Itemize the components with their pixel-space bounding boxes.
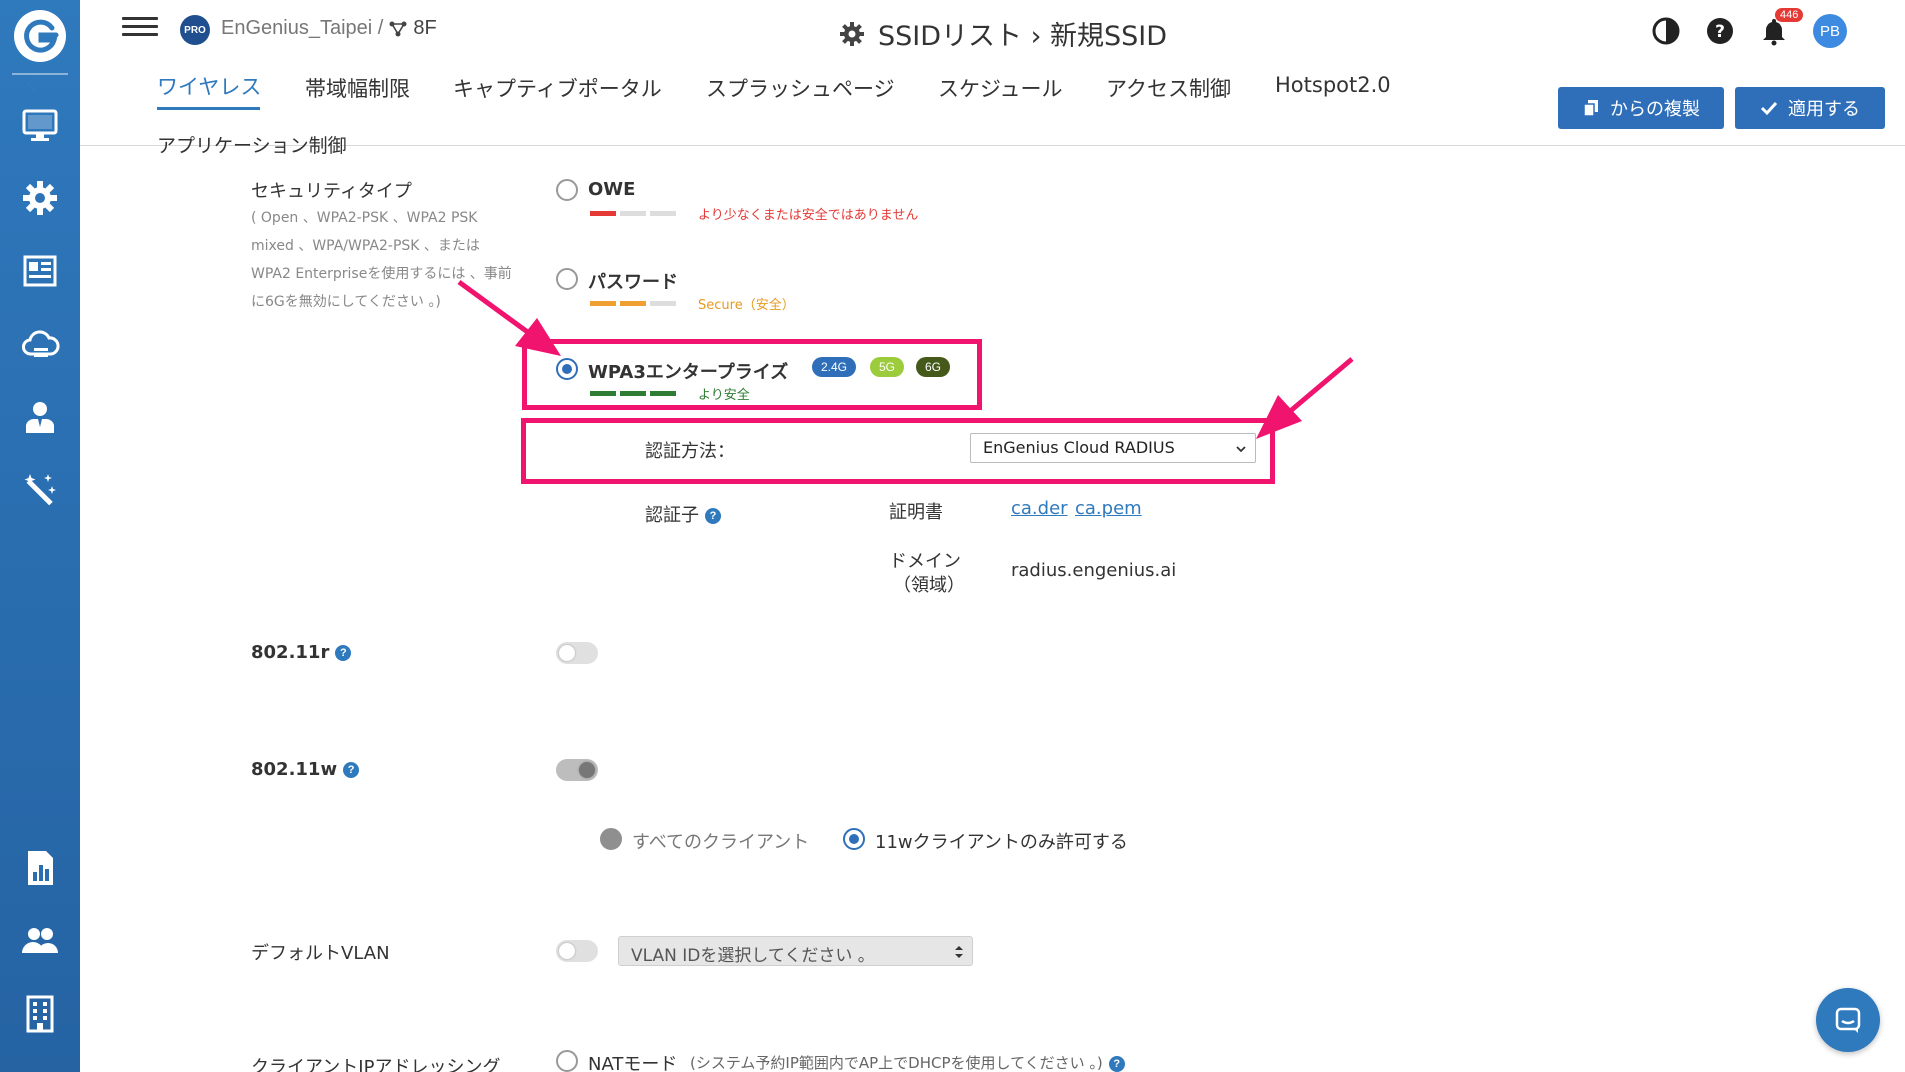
authenticator-label-text: 認証子: [645, 505, 699, 526]
copy-icon: [1583, 100, 1598, 117]
domain-label-suffix: （領域）: [893, 575, 965, 596]
magic-wand-icon[interactable]: [16, 466, 64, 514]
cert-link-pem[interactable]: ca.pem: [1075, 498, 1142, 519]
radio-nat-mode[interactable]: [556, 1050, 578, 1072]
back-chevron-icon[interactable]: [22, 72, 42, 96]
highlight-box-auth-method: [521, 418, 1275, 484]
strength-meter-weak: [590, 211, 676, 216]
security-type-label: セキュリティタイプ: [251, 181, 412, 202]
contrast-icon[interactable]: [1651, 16, 1681, 46]
cert-link-der[interactable]: ca.der: [1011, 498, 1068, 519]
help-icon[interactable]: ?: [343, 762, 360, 778]
help-icon[interactable]: ?: [1705, 16, 1735, 46]
tab-access-control[interactable]: アクセス制御: [1106, 73, 1231, 103]
apply-button[interactable]: 適用する: [1735, 87, 1885, 129]
page-title: SSIDリスト › 新規SSID: [838, 14, 1167, 53]
nat-mode-label: NATモード: [588, 1054, 678, 1072]
copy-from-label: からの複製: [1610, 99, 1700, 120]
radio-owe[interactable]: [556, 179, 578, 201]
highlight-box-wpa3: [522, 339, 982, 410]
tab-schedule[interactable]: スケジュール: [938, 73, 1063, 103]
strength-meter-medium: [590, 301, 676, 306]
network-icon: [389, 21, 407, 36]
team-icon[interactable]: [16, 917, 64, 965]
engenius-logo[interactable]: [12, 8, 68, 64]
chat-icon: [1835, 1007, 1861, 1033]
cloud-icon[interactable]: [16, 320, 64, 368]
copy-from-button[interactable]: からの複製: [1558, 87, 1724, 129]
tab-splash-page[interactable]: スプラッシュページ: [706, 73, 895, 103]
tab-hotspot[interactable]: Hotspot2.0: [1275, 73, 1391, 97]
certificate-label: 証明書: [889, 502, 943, 523]
dot11w-toggle[interactable]: [556, 759, 598, 781]
breadcrumb: EnGenius_Taipei / 8F: [221, 17, 437, 40]
page-title-text: SSIDリスト › 新規SSID: [878, 21, 1168, 52]
strength-text-medium: Secure（安全）: [698, 298, 795, 313]
avatar[interactable]: PB: [1813, 14, 1847, 48]
dot11r-toggle[interactable]: [556, 642, 598, 664]
tab-captive-portal[interactable]: キャプティブポータル: [453, 73, 662, 103]
tab-bandwidth[interactable]: 帯域幅制限: [305, 73, 410, 103]
default-vlan-label: デフォルトVLAN: [251, 943, 390, 964]
dot11w-label: 802.11w?: [251, 759, 360, 780]
option-password-label: パスワード: [588, 272, 678, 293]
breadcrumb-org[interactable]: EnGenius_Taipei /: [221, 17, 383, 40]
gear-icon: [840, 21, 864, 46]
nat-mode-note-text: (システム予約IP範囲内でAP上でDHCPを使用してください 。): [690, 1054, 1103, 1072]
chat-button[interactable]: [1816, 988, 1880, 1052]
dot11w-label-text: 802.11w: [251, 759, 338, 780]
radio-all-clients[interactable]: [600, 828, 622, 850]
domain-value: radius.engenius.ai: [1011, 560, 1177, 581]
option-owe-label: OWE: [588, 179, 636, 200]
help-icon[interactable]: ?: [1108, 1055, 1125, 1072]
tab-wireless[interactable]: ワイヤレス: [157, 71, 261, 101]
authenticator-label: 認証子?: [645, 501, 721, 527]
gear-icon[interactable]: [16, 174, 64, 222]
building-icon[interactable]: [16, 990, 64, 1038]
help-icon[interactable]: ?: [335, 645, 352, 661]
report-icon[interactable]: [16, 844, 64, 892]
dashboard-icon[interactable]: [16, 247, 64, 295]
notification-count: 446: [1775, 8, 1804, 22]
11w-only-label: 11wクライアントのみ許可する: [875, 832, 1128, 853]
nat-mode-note: (システム予約IP範囲内でAP上でDHCPを使用してください 。)?: [690, 1052, 1125, 1072]
check-icon: [1760, 101, 1778, 116]
bell-icon[interactable]: 446: [1759, 8, 1804, 46]
vlan-toggle[interactable]: [556, 940, 598, 962]
user-icon[interactable]: [16, 393, 64, 441]
active-tab-underline: [157, 107, 260, 110]
sort-arrows-icon: [955, 946, 963, 958]
pro-badge: PRO: [180, 15, 210, 45]
top-icons: ? 446 PB: [1651, 8, 1847, 48]
svg-text:?: ?: [1715, 22, 1725, 42]
dot11r-label: 802.11r?: [251, 642, 352, 663]
radio-11w-clients-only[interactable]: [843, 828, 865, 850]
client-ip-label: クライアントIPアドレッシング: [251, 1057, 501, 1072]
vlan-select[interactable]: VLAN IDを選択してください 。: [618, 936, 973, 966]
annotation-arrow-icon: [1256, 357, 1354, 439]
breadcrumb-floor[interactable]: 8F: [413, 17, 436, 40]
all-clients-label: すべてのクライアント: [632, 832, 810, 853]
apply-label: 適用する: [1788, 99, 1860, 120]
vlan-select-placeholder: VLAN IDを選択してください 。: [631, 946, 875, 966]
top-header: PRO EnGenius_Taipei / 8F SSIDリスト › 新規SSI…: [80, 0, 1905, 60]
annotation-arrow-icon: [457, 279, 561, 356]
hamburger-menu-icon[interactable]: [122, 12, 158, 44]
tab-app-control[interactable]: アプリケーション制御: [157, 131, 347, 158]
dot11r-label-text: 802.11r: [251, 642, 330, 663]
monitor-icon[interactable]: [16, 101, 64, 149]
strength-text-weak: より少なくまたは安全ではありません: [698, 208, 919, 223]
domain-label: ドメイン: [889, 551, 961, 572]
sidebar: [0, 0, 80, 1072]
help-icon[interactable]: ?: [705, 508, 721, 524]
